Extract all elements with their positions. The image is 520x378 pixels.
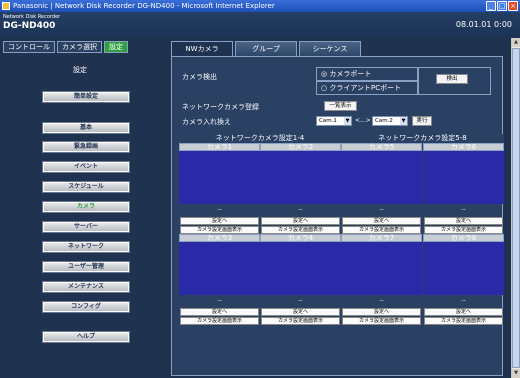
chevron-down-icon: ▼ [400, 117, 407, 125]
camera-name: カメラ4 [260, 234, 341, 242]
tab-nw-camera[interactable]: NWカメラ [171, 41, 233, 56]
camera-view [341, 151, 422, 204]
camera-config-screen-button[interactable]: カメラ設定画面表示 [180, 226, 259, 234]
camera-view [423, 151, 504, 204]
camera-config-screen-button[interactable]: カメラ設定画面表示 [342, 317, 421, 325]
register-label: ネットワークカメラ登録 [182, 103, 259, 111]
nav-easy-setup[interactable]: 簡単設定 [42, 91, 130, 103]
camera-config-screen-button[interactable]: カメラ設定画面表示 [261, 317, 340, 325]
camera-status: -- [461, 297, 466, 304]
app-icon [2, 2, 10, 10]
camera-name: カメラ1 [179, 143, 260, 151]
swap-to-value: Cam.2 [375, 118, 393, 124]
group-header-1-4: ネットワークカメラ設定1-4 [179, 134, 341, 143]
swap-execute-button[interactable]: 実行 [412, 116, 432, 126]
header-subtitle: Network Disk Recorder [3, 14, 61, 20]
camera-config-screen-button[interactable]: カメラ設定画面表示 [261, 226, 340, 234]
recorder-header: Network Disk Recorder DG-ND400 08.01.01 … [0, 12, 520, 38]
camera-settings-button[interactable]: 設定へ [424, 217, 503, 225]
nav-title: 設定 [73, 66, 87, 74]
camera-config-screen-button[interactable]: カメラ設定画面表示 [180, 317, 259, 325]
camera-name: カメラ8 [423, 234, 504, 242]
nav-emergency-record[interactable]: 緊急録画 [42, 141, 130, 153]
nav-maintenance[interactable]: メンテナンス [42, 281, 130, 293]
camera-view [179, 242, 260, 295]
maximize-icon[interactable]: □ [497, 1, 507, 11]
close-icon[interactable]: × [508, 1, 518, 11]
camera-status: -- [217, 206, 222, 213]
scroll-down-icon[interactable]: ▼ [512, 369, 520, 378]
camera-status: -- [379, 297, 384, 304]
camera-settings-button[interactable]: 設定へ [180, 308, 259, 316]
nav-server[interactable]: サーバー [42, 221, 130, 233]
swap-from-value: Cam.1 [319, 118, 337, 124]
swap-label: カメラ入れ換え [182, 118, 231, 126]
radio-client-pc-port[interactable]: ○ クライアントPCポート [316, 81, 418, 95]
camera-name: カメラ3 [179, 234, 260, 242]
left-nav: コントロール カメラ選択 設定 設定 簡単設定 基本 緊急録画 イベント スケジ… [0, 38, 163, 378]
group-header-5-8: ネットワークカメラ設定5-8 [341, 134, 504, 143]
camera-config-screen-button[interactable]: カメラ設定画面表示 [424, 226, 503, 234]
header-clock: 08.01.01 0:00 [455, 20, 512, 29]
window-titlebar: Panasonic | Network Disk Recorder DG-ND4… [0, 0, 520, 12]
camera-settings-button[interactable]: 設定へ [261, 217, 340, 225]
camera-status: -- [217, 297, 222, 304]
window-title: Panasonic | Network Disk Recorder DG-ND4… [13, 2, 275, 10]
camera-view [423, 242, 504, 295]
main-area: NWカメラ グループ シーケンス カメラ検出 ◎ カメラポート ○ クライアント… [163, 38, 511, 378]
camera-view [260, 151, 341, 204]
detect-button[interactable]: 検出 [436, 74, 468, 84]
nav-network[interactable]: ネットワーク [42, 241, 130, 253]
camera-view [260, 242, 341, 295]
nav-help[interactable]: ヘルプ [42, 331, 130, 343]
camera-view [341, 242, 422, 295]
camera-status: -- [379, 206, 384, 213]
camera-detect-label: カメラ検出 [182, 73, 217, 81]
radio-camera-port[interactable]: ◎ カメラポート [316, 67, 418, 81]
tab-settings[interactable]: 設定 [104, 41, 128, 53]
chevron-down-icon: ▼ [344, 117, 351, 125]
camera-status: -- [298, 297, 303, 304]
tab-camera-select[interactable]: カメラ選択 [57, 41, 102, 53]
nav-basic[interactable]: 基本 [42, 122, 130, 134]
nav-config[interactable]: コンフィグ [42, 301, 130, 313]
nav-user-management[interactable]: ユーザー管理 [42, 261, 130, 273]
swap-arrow: <...> [355, 117, 371, 124]
camera-name: カメラ7 [341, 234, 422, 242]
vertical-scrollbar[interactable]: ▲ ▼ [511, 38, 520, 378]
swap-to-select[interactable]: Cam.2 ▼ [372, 116, 408, 126]
tab-control[interactable]: コントロール [3, 41, 55, 53]
nw-camera-panel: カメラ検出 ◎ カメラポート ○ クライアントPCポート 検出 ネットワークカメ… [171, 56, 503, 376]
minimize-icon[interactable]: _ [486, 1, 496, 11]
camera-config-screen-button[interactable]: カメラ設定画面表示 [342, 226, 421, 234]
camera-settings-button[interactable]: 設定へ [342, 308, 421, 316]
nav-event[interactable]: イベント [42, 161, 130, 173]
camera-settings-button[interactable]: 設定へ [342, 217, 421, 225]
nav-schedule[interactable]: スケジュール [42, 181, 130, 193]
camera-name: カメラ2 [260, 143, 341, 151]
camera-name: カメラ5 [341, 143, 422, 151]
header-model: DG-ND400 [3, 21, 56, 31]
camera-view [179, 151, 260, 204]
tab-sequence[interactable]: シーケンス [299, 41, 361, 56]
list-display-button[interactable]: 一覧表示 [324, 101, 357, 111]
camera-status: -- [461, 206, 466, 213]
scroll-up-icon[interactable]: ▲ [512, 38, 520, 47]
swap-from-select[interactable]: Cam.1 ▼ [316, 116, 352, 126]
camera-status: -- [298, 206, 303, 213]
camera-settings-button[interactable]: 設定へ [180, 217, 259, 225]
camera-settings-button[interactable]: 設定へ [424, 308, 503, 316]
camera-settings-button[interactable]: 設定へ [261, 308, 340, 316]
nav-camera[interactable]: カメラ [42, 201, 130, 213]
camera-config-screen-button[interactable]: カメラ設定画面表示 [424, 317, 503, 325]
camera-name: カメラ6 [423, 143, 504, 151]
scroll-thumb[interactable] [512, 48, 520, 368]
tab-group[interactable]: グループ [235, 41, 297, 56]
